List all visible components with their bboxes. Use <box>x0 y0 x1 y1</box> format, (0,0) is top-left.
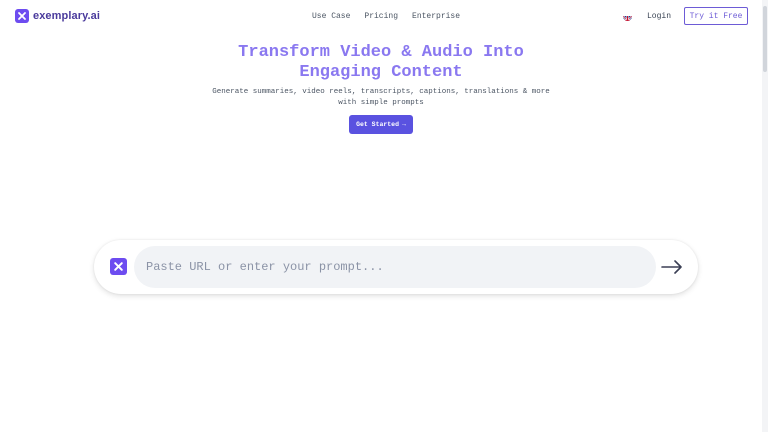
brand-name: exemplary.ai <box>33 10 101 22</box>
send-button[interactable] <box>660 255 684 279</box>
hero-subtitle-line-1: Generate summaries, video reels, transcr… <box>212 88 550 96</box>
page-scrollbar[interactable] <box>762 0 768 432</box>
get-started-button[interactable]: Get Started → <box>349 115 413 134</box>
arrow-right-icon: → <box>402 121 406 128</box>
uk-flag-icon[interactable] <box>623 12 632 21</box>
prompt-input[interactable] <box>134 246 656 288</box>
get-started-label: Get Started <box>356 121 399 128</box>
try-it-free-button[interactable]: Try it Free <box>684 7 748 25</box>
arrow-right-icon <box>661 260 682 274</box>
nav-link-enterprise[interactable]: Enterprise <box>412 12 460 21</box>
nav-link-pricing[interactable]: Pricing <box>364 12 398 21</box>
brand-logo-icon <box>15 9 29 23</box>
hero-section: Transform Video & Audio Into Engaging Co… <box>0 43 762 109</box>
hero-subtitle: Generate summaries, video reels, transcr… <box>0 87 762 109</box>
brand-logo-link[interactable]: exemplary.ai <box>15 9 100 23</box>
hero-title: Transform Video & Audio Into Engaging Co… <box>0 43 762 83</box>
login-link[interactable]: Login <box>647 12 671 21</box>
main-nav: Use Case Pricing Enterprise <box>312 12 460 21</box>
prompt-bar <box>94 240 698 294</box>
hero-title-line-2: Engaging Content <box>299 63 463 82</box>
brand-logo-icon <box>110 258 127 275</box>
hero-title-line-1: Transform Video & Audio Into <box>238 43 524 62</box>
scrollbar-thumb[interactable] <box>763 6 767 72</box>
nav-link-use-case[interactable]: Use Case <box>312 12 350 21</box>
hero-subtitle-line-2: with simple prompts <box>338 99 424 107</box>
